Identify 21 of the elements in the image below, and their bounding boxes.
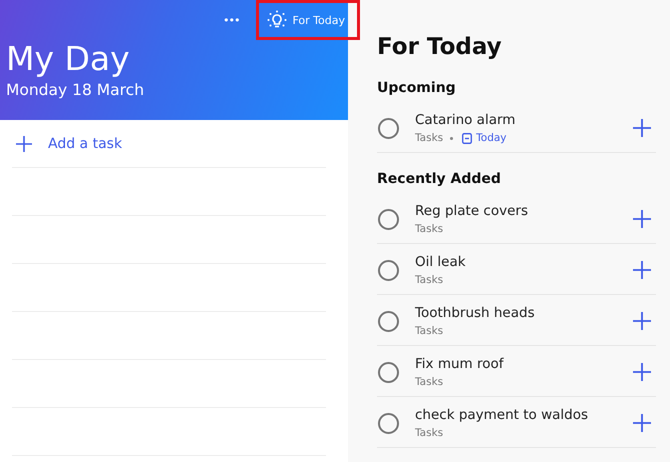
task-title: Reg plate covers xyxy=(415,202,529,220)
list-name: Tasks xyxy=(415,222,444,236)
more-button[interactable]: ••• xyxy=(215,14,248,26)
panel-title: For Today xyxy=(377,33,503,62)
list-name: Tasks xyxy=(415,374,444,390)
due-date: Today xyxy=(476,130,507,146)
list-name: Tasks xyxy=(415,324,444,338)
task-title: Fix mum roof xyxy=(415,354,505,372)
task-title: check payment to waldos xyxy=(415,406,590,424)
section-heading: Upcoming xyxy=(377,79,457,98)
date-label: Monday 18 March xyxy=(6,80,146,101)
list-name: Tasks xyxy=(415,130,444,146)
task-title: Catarino alarm xyxy=(415,110,516,128)
task-title: Oil leak xyxy=(415,252,467,270)
page-title: My Day xyxy=(6,40,131,78)
for-today-button[interactable]: For Today xyxy=(256,0,360,40)
task-title: Toothbrush heads xyxy=(415,304,536,322)
add-task-button[interactable]: Add a task xyxy=(12,120,326,168)
section-heading: Recently Added xyxy=(377,170,502,189)
list-name: Tasks xyxy=(415,272,444,288)
list-name: Tasks xyxy=(415,426,444,440)
